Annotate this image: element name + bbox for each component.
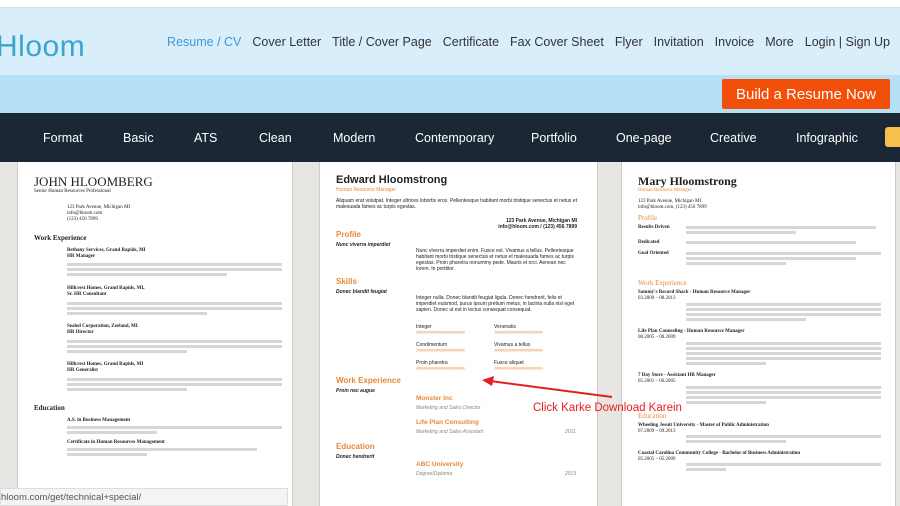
- job-title: 7 Day Store - Assistant HR Manager: [638, 373, 716, 378]
- education-title: Wheeling Jesuit University - Master of P…: [638, 423, 769, 428]
- category-ats[interactable]: ATS: [194, 131, 217, 145]
- education-dates: 05.2005 – 05.2009: [638, 457, 676, 462]
- resume-intro: Aliquam erat volutpat. Integer ultrices …: [336, 198, 577, 210]
- category-creative[interactable]: Creative: [710, 131, 757, 145]
- nav-certificate[interactable]: Certificate: [443, 35, 499, 49]
- build-resume-button[interactable]: Build a Resume Now: [722, 79, 890, 109]
- annotation-text: Click Karke Download Karein: [533, 402, 682, 414]
- category-one-page[interactable]: One-page: [616, 131, 672, 145]
- skill-rating: >>>>>>>>>>>>>>>>>>>>: [416, 348, 465, 354]
- skill-rating: >>>>>>>>>>>>>>>>>>>>: [494, 330, 543, 336]
- resume-name: JOHN HLOOMBERG: [34, 174, 153, 189]
- education-item: A.S. in Business Management: [67, 418, 131, 423]
- nav-login-signup[interactable]: Login | Sign Up: [805, 35, 890, 49]
- job-company: Monster Inc: [416, 395, 453, 402]
- category-clean[interactable]: Clean: [259, 131, 292, 145]
- profile-text: Nunc viverra imperdiet enim. Fusce est. …: [416, 248, 574, 272]
- skill-rating: >>>>>>>>>>>>>>>>>>>>: [416, 330, 465, 336]
- section-subtitle: Proin nec augue: [336, 388, 375, 394]
- job-dates: 08.2005 – 08.2009: [638, 335, 676, 340]
- browser-top-strip: [0, 0, 900, 8]
- skill-rating: >>>>>>>>>>>>>>>>>>>>: [416, 366, 465, 372]
- resume-name: Mary Hloomstrong: [638, 174, 737, 188]
- search-chip-button[interactable]: [885, 127, 900, 147]
- status-bar-url: hloom.com/get/technical+special/: [0, 488, 288, 506]
- nav-invoice[interactable]: Invoice: [715, 35, 755, 49]
- section-heading: Profile: [638, 214, 658, 222]
- skills-text: Integer nulla. Donec blandit feugiat lig…: [416, 295, 575, 313]
- job-role: Marketing and Sales Director: [416, 405, 481, 411]
- trait-label: Results Driven: [638, 225, 670, 230]
- resume-contact: info@hloom.com / (123) 456 7899: [498, 224, 577, 230]
- job-company: Life Plan Consulting: [416, 419, 479, 426]
- category-format[interactable]: Format: [43, 131, 83, 145]
- resume-title: Human Resource Manager: [336, 187, 397, 193]
- category-contemporary[interactable]: Contemporary: [415, 131, 494, 145]
- nav-flyer[interactable]: Flyer: [615, 35, 643, 49]
- job-role: HR Director: [67, 330, 94, 335]
- resume-name: Edward Hloomstrong: [336, 174, 448, 186]
- education-year: 2013: [565, 471, 577, 477]
- job-company: Bethany Services, Grand Rapids, MI: [67, 248, 146, 253]
- category-modern[interactable]: Modern: [333, 131, 375, 145]
- resume-phone: (123) 456 7899: [67, 217, 98, 222]
- nav-resume-cv[interactable]: Resume / CV: [167, 35, 241, 49]
- section-heading: Education: [34, 404, 65, 412]
- skill-rating: >>>>>>>>>>>>>>>>>>>>: [494, 366, 543, 372]
- trait-label: Dedicated: [638, 240, 660, 245]
- resume-contact: info@hloom.com, (123) 456 7899: [638, 205, 707, 210]
- job-role: Marketing and Sales Assistant: [416, 429, 484, 435]
- section-heading: Profile: [336, 230, 361, 239]
- nav-cover-letter[interactable]: Cover Letter: [252, 35, 321, 49]
- resume-email: info@hloom.com: [67, 211, 103, 216]
- resume-title: Human Resource Manager: [638, 188, 692, 193]
- resume-template-edward-hloomstrong[interactable]: Edward Hloomstrong Human Resource Manage…: [319, 162, 598, 506]
- skill-rating: >>>>>>>>>>>>>>>>>>>>: [494, 348, 543, 354]
- site-header: Hloom Resume / CV Cover Letter Title / C…: [0, 8, 900, 75]
- nav-fax-cover-sheet[interactable]: Fax Cover Sheet: [510, 35, 604, 49]
- education-dates: 07.2009 – 09.2013: [638, 429, 676, 434]
- section-heading: Work Experience: [34, 234, 87, 242]
- job-dates: 03.2009 – 08.2013: [638, 296, 676, 301]
- section-subtitle: Nunc viverra imperdiet: [336, 242, 391, 248]
- section-heading: Skills: [336, 277, 357, 286]
- section-subtitle: Donec blandit feugiat: [336, 289, 387, 295]
- nav-invitation[interactable]: Invitation: [654, 35, 704, 49]
- red-annotation-arrow-icon: [482, 376, 613, 398]
- hloom-logo[interactable]: Hloom: [0, 30, 85, 64]
- job-role: HR Generalist: [67, 368, 98, 373]
- resume-template-john-hloomberg[interactable]: JOHN HLOOMBERG Senior Human Resources Pr…: [17, 162, 293, 506]
- nav-title-cover-page[interactable]: Title / Cover Page: [332, 35, 432, 49]
- resume-title: Senior Human Resources Professional: [34, 189, 111, 194]
- trait-label: Goal Oriented: [638, 251, 669, 256]
- education-degree: Degree/Diploma: [416, 471, 453, 477]
- resume-address: 123 Park Avenue, Michigan MI: [67, 205, 131, 210]
- job-dates: 05.2001 – 06.2005: [638, 379, 676, 384]
- job-title: Life Plan Counseling - Human Resource Ma…: [638, 329, 745, 334]
- category-basic[interactable]: Basic: [123, 131, 154, 145]
- section-heading: Education: [336, 442, 375, 451]
- section-heading: Work Experience: [638, 279, 687, 287]
- resume-address: 123 Park Avenue, Michigan MI: [638, 199, 702, 204]
- job-company: Hillcrest Homes, Grand Rapids, MI: [67, 362, 144, 367]
- education-title: Coastal Carolina Community College - Bac…: [638, 451, 801, 456]
- job-role: HR Manager: [67, 254, 96, 259]
- category-infographic[interactable]: Infographic: [796, 131, 858, 145]
- section-subtitle: Donec hendrerit: [336, 454, 375, 460]
- category-portfolio[interactable]: Portfolio: [531, 131, 577, 145]
- resume-template-mary-hloomstrong[interactable]: Mary Hloomstrong Human Resource Manager …: [621, 162, 896, 506]
- education-school: ABC University: [416, 461, 464, 468]
- job-title: Sammy's Record Shack - Human Resource Ma…: [638, 290, 751, 295]
- education-item: Certificate in Human Resources Managemen…: [67, 440, 165, 445]
- job-company: Sealed Corporation, Zeeland, MI: [67, 324, 138, 329]
- category-nav: Format Basic ATS Clean Modern Contempora…: [0, 113, 900, 162]
- job-company: Hillcrest Homes, Grand Rapids, MI,: [67, 286, 145, 291]
- nav-more[interactable]: More: [765, 35, 793, 49]
- section-heading: Work Experience: [336, 376, 401, 385]
- job-year: 2011: [565, 429, 576, 435]
- job-role: Sr. HR Consultant: [67, 292, 107, 297]
- top-nav: Resume / CV Cover Letter Title / Cover P…: [167, 35, 890, 49]
